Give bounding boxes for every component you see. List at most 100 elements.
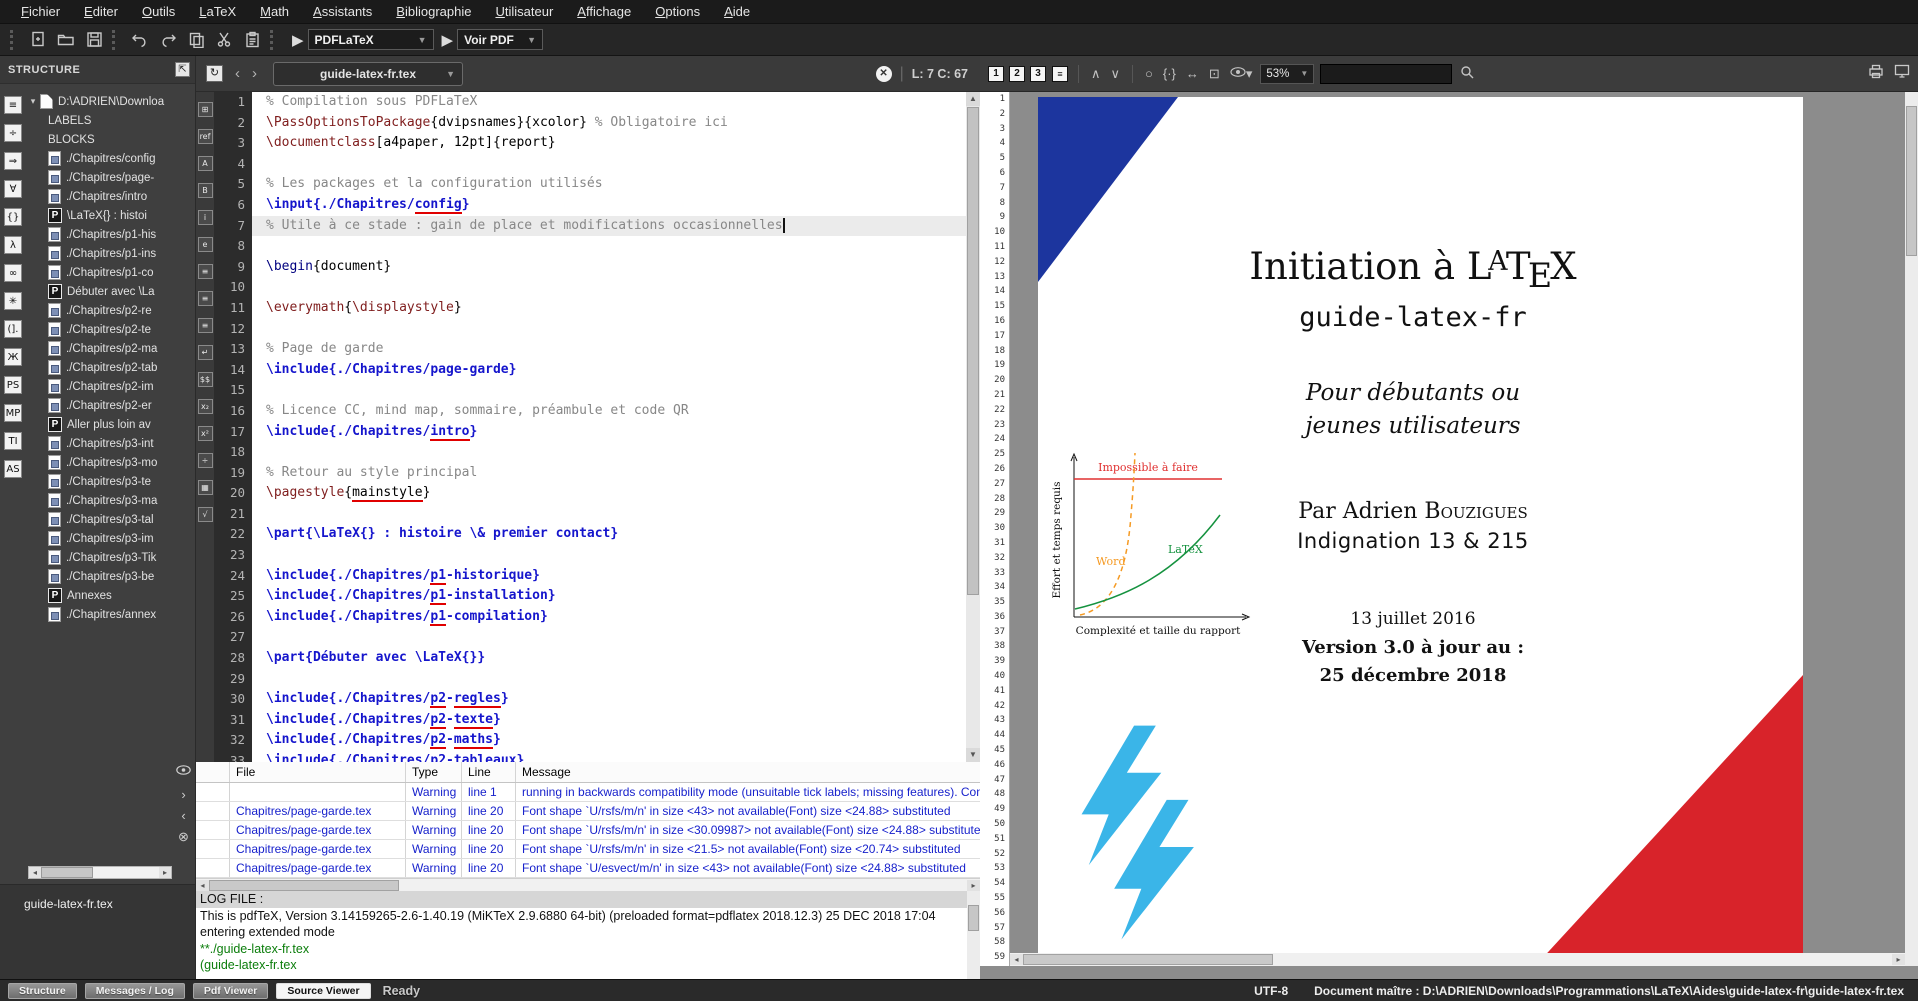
editor-line[interactable]: \include{./Chapitres/p1-installation} xyxy=(266,586,966,607)
symbol-tab[interactable]: ∀ xyxy=(4,180,22,198)
statusbar-tab-messages-log[interactable]: Messages / Log xyxy=(85,983,185,999)
statusbar-tab-structure[interactable]: Structure xyxy=(8,983,77,999)
editor-tool-icon[interactable]: ≡ xyxy=(198,264,213,279)
menu-item-bibliographie[interactable]: Bibliographie xyxy=(385,1,482,22)
tree-item[interactable]: ./Chapitres/config xyxy=(26,149,196,168)
editor-line[interactable]: \include{./Chapitres/p2-regles} xyxy=(266,689,966,710)
tree-item[interactable]: LABELS xyxy=(26,111,196,130)
symbol-tab[interactable]: ⇒ xyxy=(4,152,22,170)
editor-tool-icon[interactable]: x₂ xyxy=(198,399,213,414)
paste-icon[interactable] xyxy=(240,28,264,52)
tree-expand-caret[interactable]: ▾ xyxy=(26,96,40,107)
zoom-selection-icon[interactable]: {·} xyxy=(1161,66,1178,81)
column-header[interactable]: Line xyxy=(462,762,516,782)
tree-item[interactable]: Annexes xyxy=(26,586,196,605)
previous-message-icon[interactable]: ‹ xyxy=(181,810,185,822)
editor-tool-icon[interactable]: B xyxy=(198,183,213,198)
page-layout-button-2[interactable]: 2 xyxy=(1009,66,1025,82)
menu-item-utilisateur[interactable]: Utilisateur xyxy=(484,1,564,22)
scroll-left-icon[interactable]: ◂ xyxy=(1010,954,1023,965)
messages-horizontal-scrollbar[interactable]: ◂ ▸ xyxy=(196,878,980,891)
symbol-tab[interactable]: λ xyxy=(4,236,22,254)
next-document-icon[interactable]: › xyxy=(252,65,257,82)
original-size-icon[interactable]: ○ xyxy=(1143,66,1155,81)
tree-horizontal-scrollbar[interactable]: ◂ ▸ xyxy=(28,866,172,879)
editor-line[interactable]: \include{./Chapitres/p2-texte} xyxy=(266,710,966,731)
external-viewer-icon[interactable] xyxy=(1894,64,1910,83)
tree-item[interactable]: ./Chapitres/page- xyxy=(26,168,196,187)
editor-tool-icon[interactable]: √ xyxy=(198,507,213,522)
compile-mode-select[interactable]: PDFLaTeX▼ xyxy=(308,29,434,50)
symbol-tab[interactable]: TI xyxy=(4,432,22,450)
editor-line[interactable] xyxy=(266,236,966,257)
editor-line[interactable]: \pagestyle{mainstyle} xyxy=(266,483,966,504)
editor-tool-icon[interactable]: $$ xyxy=(198,372,213,387)
editor-line[interactable]: \include{./Chapitres/intro} xyxy=(266,422,966,443)
symbol-tab[interactable]: ∞ xyxy=(4,264,22,282)
tree-item[interactable]: ./Chapitres/p2-re xyxy=(26,301,196,320)
editor-tool-icon[interactable]: x² xyxy=(198,426,213,441)
editor-line[interactable] xyxy=(266,669,966,690)
page-layout-button-1[interactable]: 1 xyxy=(988,66,1004,82)
tree-item[interactable]: BLOCKS xyxy=(26,130,196,149)
tree-item[interactable]: Aller plus loin av xyxy=(26,415,196,434)
editor-line[interactable] xyxy=(266,277,966,298)
editor-line[interactable]: \documentclass[a4paper, 12pt]{report} xyxy=(266,133,966,154)
cut-icon[interactable] xyxy=(212,28,236,52)
panel-detach-icon[interactable]: ⇱ xyxy=(175,62,190,77)
close-document-icon[interactable]: ✕ xyxy=(876,66,892,82)
menu-item-assistants[interactable]: Assistants xyxy=(302,1,383,22)
editor-line[interactable] xyxy=(266,504,966,525)
scroll-right-icon[interactable]: ▸ xyxy=(1892,954,1905,965)
tree-item[interactable]: ./Chapitres/p3-int xyxy=(26,434,196,453)
menu-item-math[interactable]: Math xyxy=(249,1,300,22)
editor-tool-icon[interactable]: i xyxy=(198,210,213,225)
editor-vertical-scrollbar[interactable]: ▲ ▼ xyxy=(966,92,980,762)
symbol-tab[interactable]: AS xyxy=(4,460,22,478)
previous-document-icon[interactable]: ‹ xyxy=(235,65,240,82)
editor-line[interactable]: % Les packages et la configuration utili… xyxy=(266,174,966,195)
new-document-button[interactable] xyxy=(26,28,50,52)
tree-item[interactable]: ▾D:\ADRIEN\Downloa xyxy=(26,92,196,111)
editor-line[interactable]: \include{./Chapitres/p2-maths} xyxy=(266,730,966,751)
statusbar-tab-pdf-viewer[interactable]: Pdf Viewer xyxy=(193,983,269,999)
editor-line[interactable]: \include{./Chapitres/p2-tableaux} xyxy=(266,751,966,762)
view-mode-select[interactable]: Voir PDF▼ xyxy=(457,29,543,50)
editor-tool-icon[interactable]: ↵ xyxy=(198,345,213,360)
editor-line[interactable]: \include{./Chapitres/page-garde} xyxy=(266,360,966,381)
editor-tool-icon[interactable]: ref xyxy=(198,129,213,144)
next-message-icon[interactable]: › xyxy=(181,789,185,801)
scroll-down-icon[interactable]: ▼ xyxy=(966,748,980,762)
tree-item[interactable]: ./Chapitres/p3-te xyxy=(26,472,196,491)
tree-item[interactable]: ./Chapitres/intro xyxy=(26,187,196,206)
fit-page-icon[interactable]: ⊡ xyxy=(1207,66,1222,82)
refresh-structure-icon[interactable]: ↻ xyxy=(206,65,223,82)
editor-tool-icon[interactable]: ÷ xyxy=(198,453,213,468)
presentation-eye-icon[interactable]: ▾ xyxy=(1228,66,1255,82)
editor-line[interactable] xyxy=(266,627,966,648)
menu-item-aide[interactable]: Aide xyxy=(713,1,761,22)
log-vertical-scrollbar[interactable] xyxy=(967,891,980,979)
scrollbar-thumb[interactable] xyxy=(967,107,979,595)
column-header[interactable]: File xyxy=(230,762,406,782)
symbol-tab[interactable]: MP xyxy=(4,404,22,422)
scrollbar-thumb[interactable] xyxy=(209,880,399,891)
tree-item[interactable]: ./Chapitres/p2-te xyxy=(26,320,196,339)
tree-item[interactable]: ./Chapitres/p2-tab xyxy=(26,358,196,377)
editor-tool-icon[interactable]: e xyxy=(198,237,213,252)
symbol-tab[interactable]: (]. xyxy=(4,320,22,338)
editor-line[interactable]: % Page de garde xyxy=(266,339,966,360)
tree-item[interactable]: ./Chapitres/p3-im xyxy=(26,529,196,548)
tree-item[interactable]: \LaTeX{} : histoi xyxy=(26,206,196,225)
scroll-right-icon[interactable]: ▸ xyxy=(159,867,171,878)
tree-item[interactable]: ./Chapitres/p2-ma xyxy=(26,339,196,358)
tree-item[interactable]: ./Chapitres/p3-Tik xyxy=(26,548,196,567)
editor-line[interactable]: % Retour au style principal xyxy=(266,463,966,484)
menu-item-editer[interactable]: Editer xyxy=(73,1,129,22)
tree-item[interactable]: ./Chapitres/p3-tal xyxy=(26,510,196,529)
editor-line[interactable]: \part{Débuter avec \LaTeX{}} xyxy=(266,648,966,669)
tree-item[interactable]: ./Chapitres/p3-ma xyxy=(26,491,196,510)
editor-line[interactable]: % Utile à ce stade : gain de place et mo… xyxy=(252,216,966,237)
pdf-vertical-scrollbar[interactable] xyxy=(1905,92,1918,966)
editor-tool-icon[interactable]: ≡ xyxy=(198,318,213,333)
